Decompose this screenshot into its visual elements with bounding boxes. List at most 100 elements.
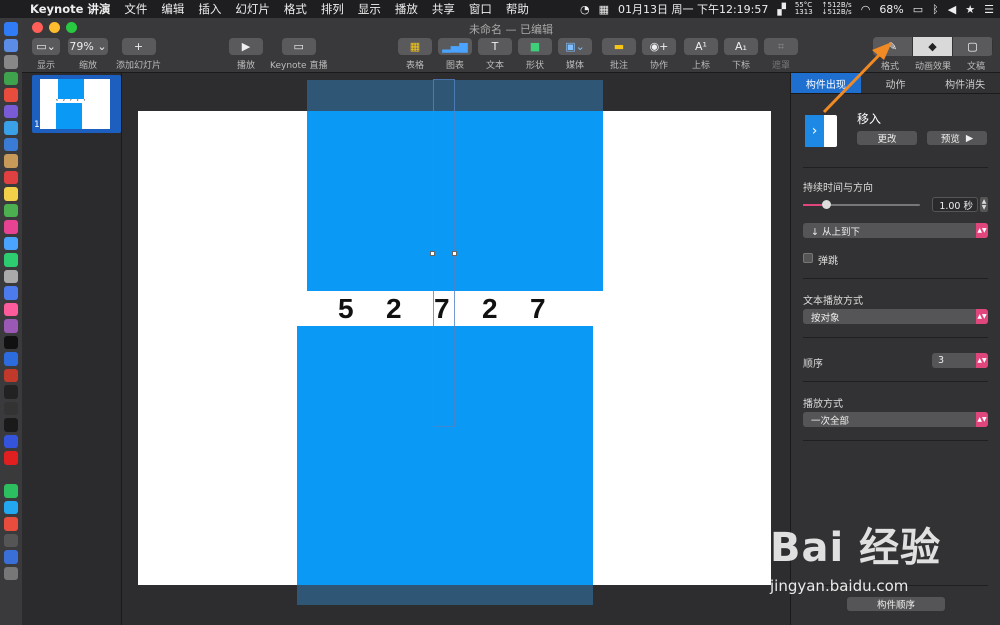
zoom-tool[interactable]: 79% ⌄ 缩放 [68, 38, 108, 71]
facetime-icon[interactable] [4, 253, 18, 267]
maps-icon[interactable] [4, 203, 18, 217]
netease-music-icon[interactable] [4, 517, 18, 531]
grid-icon[interactable]: ▞ [777, 3, 785, 16]
menu-arrange[interactable]: 排列 [321, 1, 344, 17]
menu-edit[interactable]: 编辑 [161, 1, 184, 17]
shape-overflow-top[interactable] [307, 80, 603, 114]
tab-build-out[interactable]: 构件消失 [930, 73, 1000, 93]
format-paintbrush-icon[interactable]: ✎ [873, 37, 913, 56]
android-icon[interactable] [4, 71, 18, 85]
chart-tool[interactable]: ▂▄▆ 图表 [438, 38, 472, 71]
menu-window[interactable]: 窗口 [469, 1, 492, 17]
comment-tool[interactable]: ▬ 批注 [602, 38, 636, 71]
text-tool[interactable]: T 文本 [478, 38, 512, 71]
appstore-icon[interactable] [4, 352, 18, 366]
menu-play[interactable]: 播放 [395, 1, 418, 17]
duration-slider[interactable] [803, 200, 920, 209]
subscript-tool[interactable]: A₁ 下标 [724, 38, 758, 71]
safari-icon[interactable] [4, 121, 18, 135]
stickies-icon[interactable] [4, 187, 18, 201]
menu-insert[interactable]: 插入 [198, 1, 221, 17]
media-tool[interactable]: ▣⌄ 媒体 [558, 38, 592, 71]
document-icon[interactable]: ▢ [953, 37, 993, 56]
menu-app-name[interactable]: Keynote 讲演 [30, 1, 110, 17]
wifi-icon[interactable]: ◠ [861, 3, 871, 16]
video-icon[interactable] [4, 533, 18, 547]
app-icon[interactable] [4, 104, 18, 118]
slide-canvas[interactable]: 5 2 7 2 7 [122, 73, 790, 625]
terminal-icon[interactable] [4, 385, 18, 399]
digit-2[interactable]: 2 [386, 293, 402, 325]
trash-icon[interactable] [4, 566, 18, 580]
shape-overflow-bottom[interactable] [297, 585, 593, 605]
collaborate-icon[interactable]: ◉+ [642, 38, 676, 55]
superscript-icon[interactable]: A¹ [684, 38, 718, 55]
menu-help[interactable]: 帮助 [506, 1, 529, 17]
play-tool[interactable]: ▶ 播放 [229, 38, 263, 71]
bluetooth-icon[interactable]: ᛒ [932, 3, 939, 16]
view-icon[interactable]: ▭⌄ [32, 38, 60, 55]
battery-percent[interactable]: 68% [879, 3, 903, 16]
siri-icon[interactable] [4, 38, 18, 52]
shape-icon[interactable]: ■ [518, 38, 552, 55]
calendar-app-icon[interactable] [4, 170, 18, 184]
shape-tool[interactable]: ■ 形状 [518, 38, 552, 71]
view-tool[interactable]: ▭⌄ 显示 [32, 38, 60, 71]
activity-monitor-icon[interactable] [4, 401, 18, 415]
battery-icon[interactable]: ▭ [913, 3, 923, 16]
yandex-icon[interactable] [4, 451, 18, 465]
menu-share[interactable]: 共享 [432, 1, 455, 17]
chrome-icon[interactable] [4, 88, 18, 102]
table-tool[interactable]: ▦ 表格 [398, 38, 432, 71]
app-icon-3[interactable] [4, 467, 18, 481]
digit-4[interactable]: 2 [482, 293, 498, 325]
menu-view[interactable]: 显示 [358, 1, 381, 17]
bounce-checkbox[interactable] [803, 253, 813, 263]
app-icon-2[interactable] [4, 418, 18, 432]
vpn-icon[interactable] [4, 434, 18, 448]
tv-icon[interactable] [4, 335, 18, 349]
duration-slider-knob[interactable] [822, 200, 831, 209]
app-icon-4[interactable] [4, 500, 18, 514]
order-select[interactable]: 3 ▲▼ [932, 353, 988, 368]
subscript-icon[interactable]: A₁ [724, 38, 758, 55]
podcasts-icon[interactable] [4, 319, 18, 333]
play-icon[interactable]: ▶ [229, 38, 263, 55]
datetime[interactable]: 01月13日 周一 下午12:19:57 [618, 1, 768, 17]
mask-icon[interactable]: ⌗ [764, 38, 798, 55]
music-icon[interactable] [4, 302, 18, 316]
menu-list-icon[interactable]: ☰ [984, 3, 994, 16]
keynote-live-icon[interactable]: ▭ [281, 38, 316, 55]
duration-stepper[interactable]: ▲ ▼ [980, 197, 988, 212]
photobooth-icon[interactable] [4, 269, 18, 283]
plus-icon[interactable]: + [121, 38, 156, 55]
slide-thumbnail[interactable]: 5 2 7 2 7 [40, 79, 110, 129]
keynote-live-tool[interactable]: ▭ Keynote 直播 [270, 38, 327, 71]
comment-icon[interactable]: ▬ [602, 38, 636, 55]
notes-app-icon[interactable] [4, 154, 18, 168]
tab-build-in[interactable]: 构件出现 [791, 73, 861, 93]
wechat-icon[interactable] [4, 484, 18, 498]
add-slide-tool[interactable]: + 添加幻灯片 [116, 38, 161, 71]
menu-slide[interactable]: 幻灯片 [235, 1, 270, 17]
chart-icon[interactable]: ▂▄▆ [438, 38, 472, 55]
text-icon[interactable]: T [478, 38, 512, 55]
digit-5[interactable]: 7 [530, 293, 546, 325]
vivaldi-icon[interactable] [4, 368, 18, 382]
digit-1[interactable]: 5 [338, 293, 354, 325]
menu-file[interactable]: 文件 [124, 1, 147, 17]
change-button[interactable]: 更改 [857, 131, 917, 145]
clock-icon[interactable]: ◔ [580, 3, 590, 16]
preview-button[interactable]: 预览 ▶ [927, 131, 987, 145]
photos-icon[interactable] [4, 220, 18, 234]
zoom-select[interactable]: 79% ⌄ [68, 38, 108, 55]
finder-icon[interactable] [4, 22, 18, 36]
delivery-select[interactable]: 一次全部 ▲▼ [803, 412, 988, 427]
media-icon[interactable]: ▣⌄ [558, 38, 592, 55]
collaborate-tool[interactable]: ◉+ 协作 [642, 38, 676, 71]
duration-field[interactable]: 1.00 秒 [932, 197, 978, 212]
superscript-tool[interactable]: A¹ 上标 [684, 38, 718, 71]
menu-format[interactable]: 格式 [284, 1, 307, 17]
network-readout[interactable]: ↑512B/s ↓512B/s [822, 2, 852, 16]
animate-icon[interactable]: ◆ [913, 37, 953, 56]
